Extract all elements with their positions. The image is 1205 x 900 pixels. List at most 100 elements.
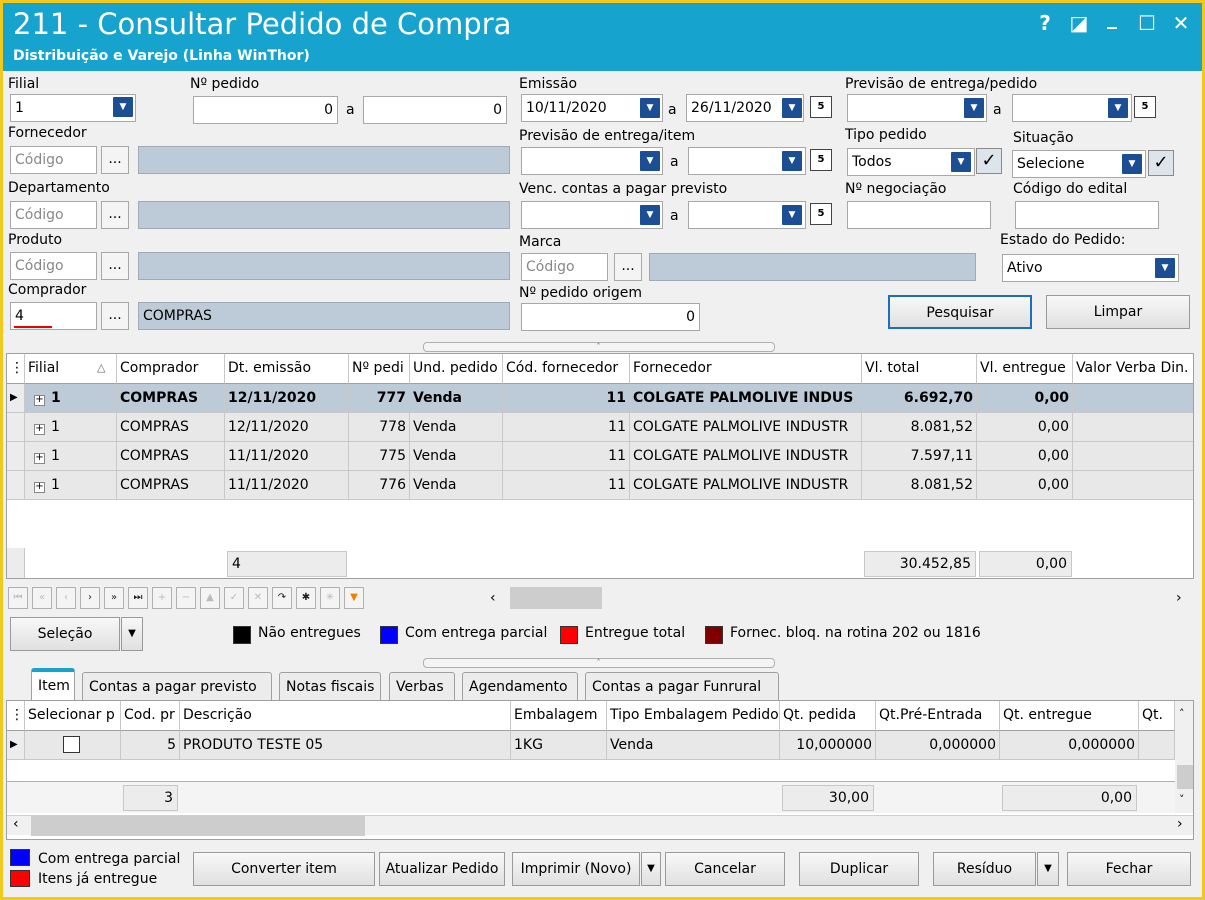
cell-valor-verba[interactable] [1073, 442, 1193, 471]
asterisk-icon[interactable]: ✱ [296, 587, 316, 609]
cell-valor-verba[interactable] [1073, 413, 1193, 442]
cell-und-pedido[interactable]: Venda [410, 413, 503, 442]
col-und-pedido[interactable]: Und. pedido [410, 354, 503, 384]
col-selecionar[interactable]: Selecionar p [25, 701, 121, 731]
col-dt-emissao[interactable]: Dt. emissão [225, 354, 349, 384]
imprimir-dropdown-icon[interactable]: ▼ [641, 852, 661, 886]
cell-vl-entregue[interactable]: 0,00 [977, 471, 1073, 500]
items-vscroll-thumb[interactable] [1177, 765, 1193, 789]
scroll-up-icon[interactable]: ˄ [1179, 707, 1185, 720]
departamento-code-input[interactable]: Código [10, 201, 97, 229]
calendar-icon[interactable]: 5 [810, 149, 832, 171]
residuo-dropdown-icon[interactable]: ▼ [1037, 852, 1059, 886]
calendar-icon[interactable]: 5 [1134, 96, 1156, 118]
cell-dt-emissao[interactable]: 11/11/2020 [225, 442, 349, 471]
orders-hscroll-thumb[interactable] [510, 587, 602, 609]
chevron-down-icon[interactable]: ▼ [1108, 98, 1128, 118]
pesquisar-button[interactable]: Pesquisar [888, 295, 1032, 329]
scroll-right-icon[interactable]: › [1176, 590, 1182, 606]
select-cell[interactable] [25, 731, 121, 760]
situacao-check-icon[interactable]: ✓ [1148, 150, 1174, 176]
cell-fornecedor[interactable]: COLGATE PALMOLIVE INDUS [630, 384, 862, 413]
cell-cod-fornecedor[interactable]: 11 [503, 442, 630, 471]
estado-select[interactable]: Ativo [1002, 254, 1179, 282]
col-vl-total[interactable]: Vl. total [862, 354, 977, 384]
top-splitter[interactable]: ˄ [423, 342, 775, 352]
duplicar-button[interactable]: Duplicar [799, 852, 919, 886]
expand-icon[interactable]: + [34, 482, 45, 493]
scroll-right-icon[interactable]: › [1177, 816, 1183, 832]
items-hscroll[interactable]: ‹ › [7, 815, 1193, 836]
next-icon[interactable]: › [80, 587, 100, 609]
cell-cod-fornecedor[interactable]: 11 [503, 471, 630, 500]
cell-num-pedido[interactable]: 777 [349, 384, 410, 413]
column-chooser-icon[interactable]: ⋮ [7, 354, 25, 384]
prev-icon[interactable]: ‹ [56, 587, 76, 609]
col-cod-fornecedor[interactable]: Cód. fornecedor [503, 354, 630, 384]
atualizar-pedido-button[interactable]: Atualizar Pedido [379, 852, 505, 886]
first-icon[interactable]: ⏮ [8, 587, 28, 609]
tipo-pedido-check-icon[interactable]: ✓ [976, 148, 1002, 174]
comprador-lookup-button[interactable]: ... [101, 302, 129, 330]
expand-icon[interactable]: + [34, 453, 45, 464]
cell-dt-emissao[interactable]: 12/11/2020 [225, 384, 349, 413]
chevron-down-icon[interactable]: ▼ [951, 152, 971, 172]
minimize-icon[interactable]: _ [1098, 5, 1126, 29]
expand-icon[interactable]: + [34, 395, 45, 406]
col-cod-produto[interactable]: Cod. pr [121, 701, 180, 731]
negociacao-input[interactable] [847, 201, 991, 229]
departamento-lookup-button[interactable]: ... [101, 201, 129, 229]
col-embalagem[interactable]: Embalagem [511, 701, 607, 731]
scroll-left-icon[interactable]: ‹ [13, 816, 19, 832]
cell-dt-emissao[interactable]: 12/11/2020 [225, 413, 349, 442]
tab-verbas[interactable]: Verbas [389, 672, 455, 700]
origem-input[interactable]: 0 [521, 303, 700, 331]
col-qt-pre-entrada[interactable]: Qt.Pré-Entrada [876, 701, 1000, 731]
cell-comprador[interactable]: COMPRAS [117, 442, 225, 471]
cancel-icon[interactable]: ✕ [248, 587, 268, 609]
col-tipo-embalagem[interactable]: Tipo Embalagem Pedido [607, 701, 780, 731]
restore-icon[interactable]: ◪ [1065, 11, 1093, 35]
cell-filial[interactable]: +1 [25, 442, 117, 471]
cell-vl-entregue[interactable]: 0,00 [977, 384, 1073, 413]
chevron-down-icon[interactable]: ▼ [640, 98, 660, 118]
converter-item-button[interactable]: Converter item [193, 852, 375, 886]
cell-valor-verba[interactable] [1073, 384, 1193, 413]
col-num-pedido[interactable]: Nº pedi [349, 354, 410, 384]
cell-fornecedor[interactable]: COLGATE PALMOLIVE INDUSTR [630, 413, 862, 442]
residuo-button[interactable]: Resíduo [933, 852, 1036, 886]
col-qt-pedida[interactable]: Qt. pedida [780, 701, 876, 731]
cell-cod-fornecedor[interactable]: 11 [503, 384, 630, 413]
cell-vl-total[interactable]: 7.597,11 [862, 442, 977, 471]
chevron-down-icon[interactable]: ▼ [782, 98, 802, 118]
cell-filial[interactable]: +1 [25, 413, 117, 442]
cell-vl-entregue[interactable]: 0,00 [977, 442, 1073, 471]
cell-num-pedido[interactable]: 775 [349, 442, 410, 471]
cell-vl-total[interactable]: 8.081,52 [862, 471, 977, 500]
cell-fornecedor[interactable]: COLGATE PALMOLIVE INDUSTR [630, 442, 862, 471]
last-icon[interactable]: ⏭ [128, 587, 148, 609]
selecao-button[interactable]: Seleção [10, 617, 120, 651]
fornecedor-lookup-button[interactable]: ... [101, 146, 129, 174]
cell-vl-total[interactable]: 6.692,70 [862, 384, 977, 413]
cell-filial[interactable]: +1 [25, 384, 117, 413]
col-fornecedor[interactable]: Fornecedor [630, 354, 862, 384]
imprimir-button[interactable]: Imprimir (Novo) [512, 852, 640, 886]
maximize-icon[interactable]: ☐ [1133, 11, 1161, 35]
cell-und-pedido[interactable]: Venda [410, 384, 503, 413]
column-chooser-icon[interactable]: ⋮ [7, 701, 25, 731]
expand-icon[interactable]: + [34, 424, 45, 435]
produto-code-input[interactable]: Código [10, 252, 97, 280]
produto-lookup-button[interactable]: ... [101, 252, 129, 280]
items-vscroll[interactable]: ˄ [1175, 701, 1193, 813]
scroll-down-icon[interactable]: ˅ [1179, 793, 1185, 806]
chevron-down-icon[interactable]: ▼ [782, 151, 802, 171]
col-descricao[interactable]: Descrição [180, 701, 511, 731]
selecao-dropdown-icon[interactable]: ▼ [121, 617, 143, 651]
filter-icon[interactable]: ▼ [344, 587, 364, 609]
limpar-button[interactable]: Limpar [1046, 295, 1190, 329]
chevron-down-icon[interactable]: ▼ [113, 97, 133, 117]
tab-notas-fiscais[interactable]: Notas fiscais [279, 672, 381, 700]
refresh-icon[interactable]: ↷ [272, 587, 292, 609]
cell-comprador[interactable]: COMPRAS [117, 471, 225, 500]
